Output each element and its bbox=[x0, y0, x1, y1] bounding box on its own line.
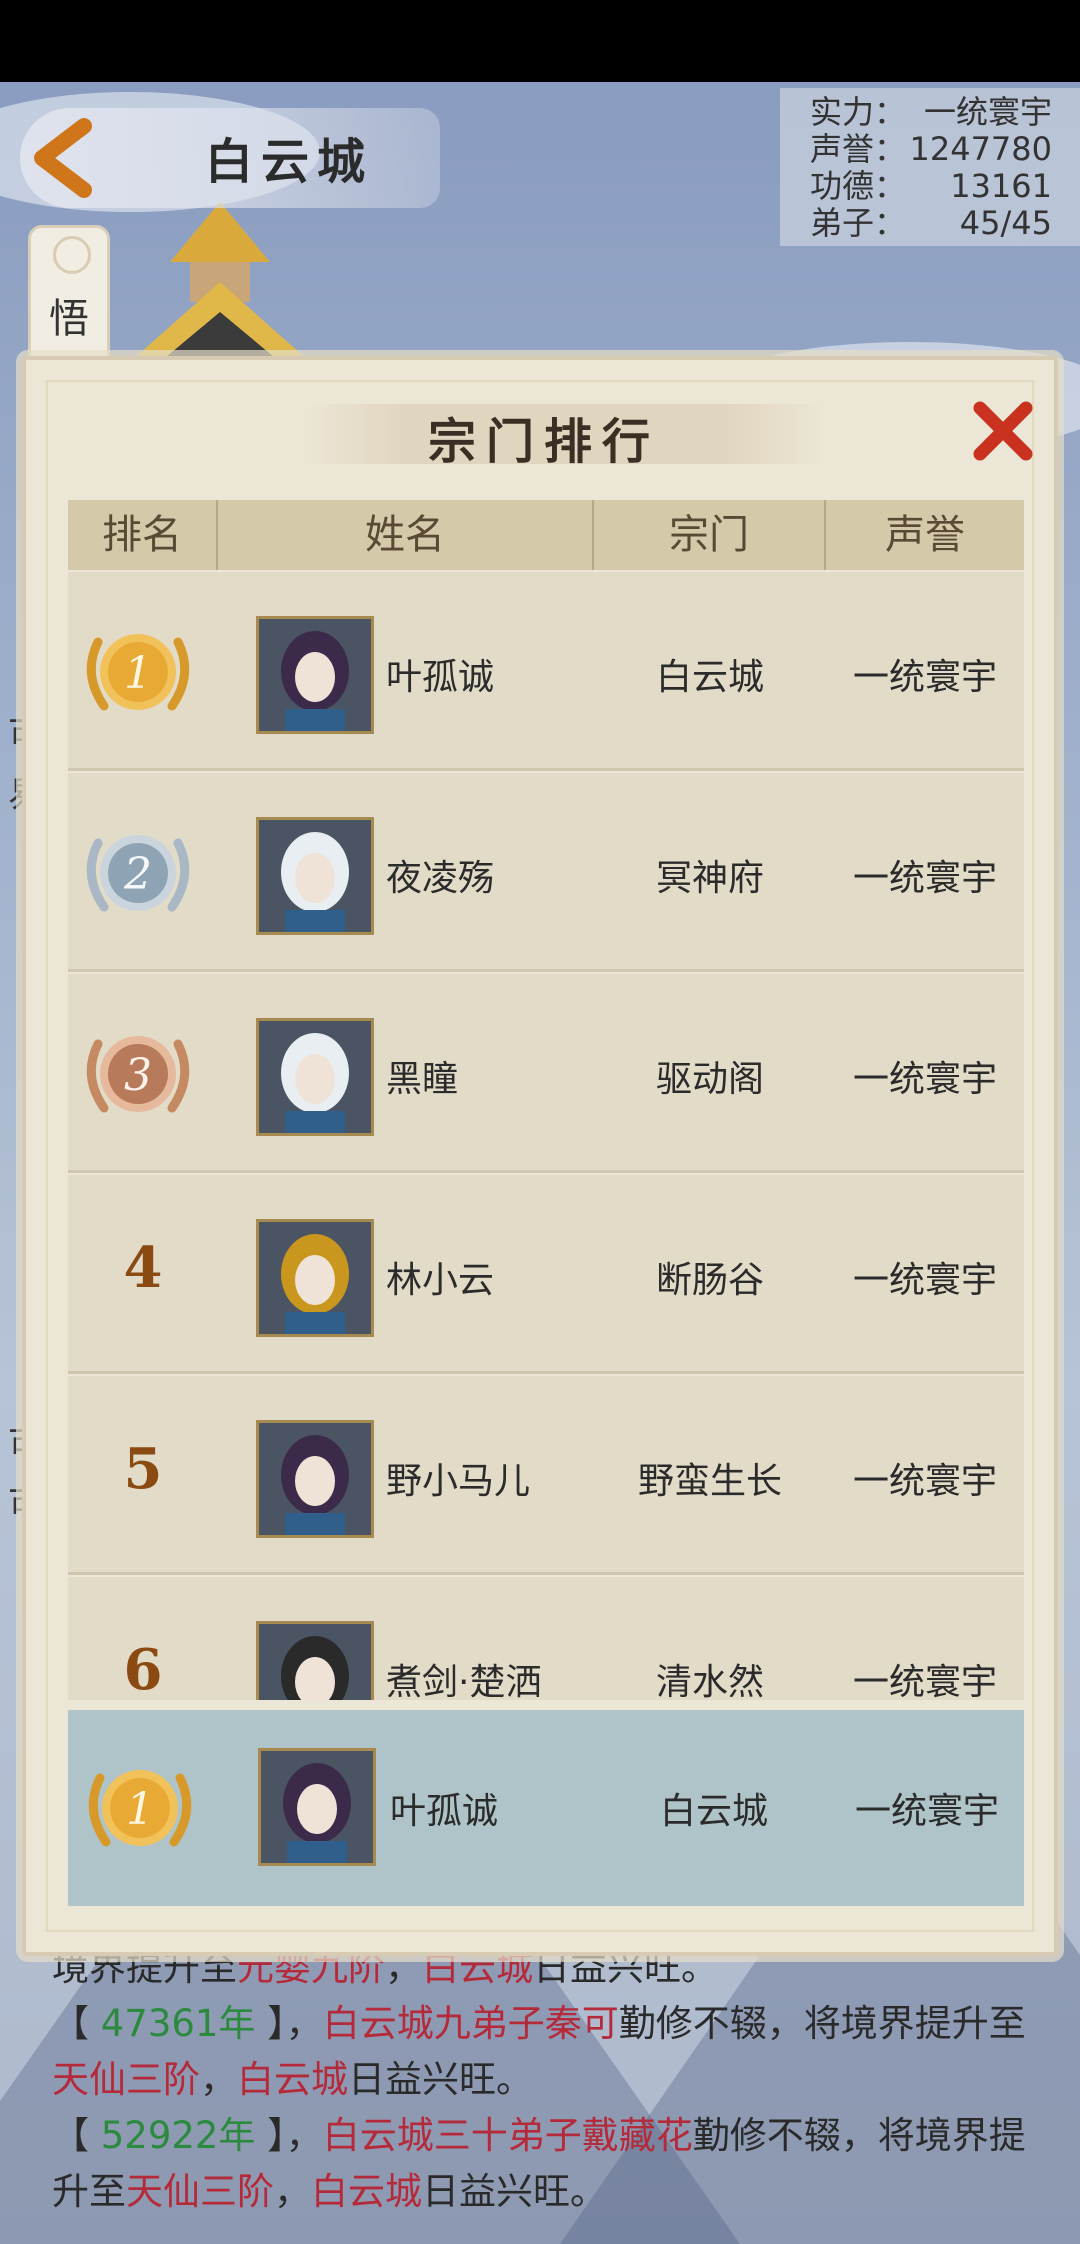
stat-row-merit: 功德： 13161 bbox=[810, 168, 1052, 205]
svg-text:2: 2 bbox=[123, 849, 152, 900]
log-text: 【 bbox=[52, 2114, 101, 2157]
log-city: 白云城 bbox=[237, 2058, 348, 2101]
column-header-rank: 排名 bbox=[68, 500, 218, 570]
fame-value: 一统寰宇 bbox=[852, 858, 997, 899]
log-text: ， bbox=[200, 2058, 237, 2101]
ranking-row[interactable]: 2 夜凌殇 冥神府 一统寰宇 bbox=[68, 771, 1024, 972]
sect-name: 断肠谷 bbox=[655, 1260, 764, 1301]
ranking-row[interactable]: 4 林小云 断肠谷 一统寰宇 bbox=[68, 1173, 1024, 1374]
log-realm: 天仙三阶 bbox=[126, 2170, 274, 2213]
stat-label: 功德： bbox=[810, 167, 907, 205]
log-subject: 白云城九弟子秦可 bbox=[322, 2002, 619, 2045]
stat-row-fame: 声誉： 1247780 bbox=[810, 131, 1052, 168]
fame-value: 一统寰宇 bbox=[854, 1791, 999, 1832]
ranking-row[interactable]: 3 黑瞳 驱动阁 一统寰宇 bbox=[68, 972, 1024, 1173]
bronze-medal-icon: 3 bbox=[80, 1024, 196, 1124]
sect-name: 清水然 bbox=[655, 1662, 764, 1700]
stat-value: 45/45 bbox=[959, 204, 1052, 242]
svg-text:3: 3 bbox=[124, 1050, 152, 1101]
log-text: 】， bbox=[255, 2114, 323, 2157]
side-tab-enlightenment[interactable]: 悟道 bbox=[28, 225, 110, 365]
player-name: 煮剑·楚洒 bbox=[386, 1662, 542, 1700]
stat-row-disciples: 弟子： 45/45 bbox=[810, 205, 1052, 242]
avatar bbox=[256, 1621, 374, 1700]
log-text: ， bbox=[274, 2170, 311, 2213]
log-realm: 天仙三阶 bbox=[52, 2058, 200, 2101]
stat-row-power: 实力： 一统寰宇 bbox=[810, 94, 1052, 131]
player-name: 野小马儿 bbox=[386, 1461, 531, 1502]
stat-value: 一统寰宇 bbox=[923, 93, 1052, 131]
stats-panel: 实力： 一统寰宇 声誉： 1247780 功德： 13161 弟子： 45/45 bbox=[780, 88, 1080, 246]
ranking-row[interactable]: 6 煮剑·楚洒 清水然 一统寰宇 bbox=[68, 1575, 1024, 1700]
fame-value: 一统寰宇 bbox=[852, 1059, 997, 1100]
event-log: 境界提升至元婴九阶，白云城日益兴旺。 【 47361年 】，白云城九弟子秦可勤修… bbox=[52, 1940, 1052, 2220]
avatar bbox=[256, 1420, 374, 1538]
player-name: 黑瞳 bbox=[386, 1059, 459, 1100]
modal-title: 宗门排行 bbox=[427, 414, 660, 470]
avatar bbox=[258, 1748, 376, 1866]
log-year: 47361年 bbox=[100, 2002, 256, 2045]
log-year: 52922年 bbox=[100, 2114, 256, 2157]
fame-value: 一统寰宇 bbox=[852, 1662, 997, 1700]
side-tab-label: 悟道 bbox=[49, 296, 89, 362]
sect-name: 白云城 bbox=[659, 1791, 768, 1832]
fame-value: 一统寰宇 bbox=[852, 1260, 997, 1301]
svg-text:1: 1 bbox=[124, 648, 152, 699]
log-text: 】， bbox=[255, 2002, 323, 2045]
back-button[interactable] bbox=[28, 118, 98, 198]
stat-label: 实力： bbox=[810, 93, 907, 131]
ranking-list[interactable]: 1 叶孤诚 白云城 一统寰宇 2 夜凌殇 冥神府 一统寰宇 3 黑瞳 驱动阁 一统寰宇 4 林小云 断肠谷一… bbox=[68, 570, 1024, 1700]
rank-number: 4 bbox=[123, 1235, 163, 1301]
stat-label: 弟子： bbox=[810, 204, 907, 242]
avatar bbox=[256, 616, 374, 734]
stat-label: 声誉： bbox=[810, 130, 907, 168]
log-text: 【 bbox=[52, 2002, 101, 2045]
column-header-name: 姓名 bbox=[218, 500, 594, 570]
page-title: 白云城 bbox=[205, 134, 374, 190]
rank-number: 6 bbox=[123, 1637, 163, 1700]
sect-ranking-modal: 宗门排行 排名 姓名 宗门 声誉 1 叶孤诚 白云城 一统寰宇 2 夜凌殇 冥神府 一统寰宇 3… bbox=[22, 356, 1058, 1956]
fame-value: 一统寰宇 bbox=[852, 1461, 997, 1502]
log-text: 日益兴旺。 bbox=[348, 2058, 533, 2101]
my-rank-row[interactable]: 1 叶孤诚 白云城 一统寰宇 bbox=[68, 1710, 1024, 1906]
close-icon bbox=[973, 401, 1033, 461]
sect-name: 驱动阁 bbox=[655, 1059, 764, 1100]
player-name: 叶孤诚 bbox=[390, 1791, 499, 1832]
ranking-row[interactable]: 1 叶孤诚 白云城 一统寰宇 bbox=[68, 570, 1024, 771]
gold-medal-icon: 1 bbox=[80, 622, 196, 722]
back-arrow-icon bbox=[34, 118, 92, 198]
fame-value: 一统寰宇 bbox=[852, 657, 997, 698]
ranking-table-header: 排名 姓名 宗门 声誉 bbox=[68, 500, 1024, 570]
stat-value: 1247780 bbox=[909, 130, 1052, 168]
avatar bbox=[256, 1219, 374, 1337]
log-text: 勤修不辍，将境界提升至 bbox=[618, 2002, 1026, 2045]
sect-name: 白云城 bbox=[655, 657, 764, 698]
column-header-fame: 声誉 bbox=[885, 512, 965, 558]
sect-name: 冥神府 bbox=[655, 858, 764, 899]
ornament-icon bbox=[53, 236, 91, 274]
avatar bbox=[256, 817, 374, 935]
rank-number: 5 bbox=[123, 1436, 163, 1502]
player-name: 林小云 bbox=[386, 1260, 495, 1301]
silver-medal-icon: 2 bbox=[80, 823, 196, 923]
svg-text:1: 1 bbox=[126, 1784, 154, 1835]
stat-value: 13161 bbox=[950, 167, 1052, 205]
log-subject: 白云城三十弟子戴藏花 bbox=[322, 2114, 693, 2157]
ranking-row[interactable]: 5 野小马儿 野蛮生长 一统寰宇 bbox=[68, 1374, 1024, 1575]
column-header-sect: 宗门 bbox=[594, 500, 826, 570]
player-name: 夜凌殇 bbox=[386, 858, 495, 899]
player-name: 叶孤诚 bbox=[386, 657, 495, 698]
log-entry: 【 52922年 】，白云城三十弟子戴藏花勤修不辍，将境界提升至天仙三阶，白云城… bbox=[52, 2108, 1052, 2220]
log-text: 日益兴旺。 bbox=[422, 2170, 607, 2213]
close-button[interactable] bbox=[966, 394, 1040, 468]
gold-medal-icon: 1 bbox=[82, 1758, 198, 1858]
log-city: 白云城 bbox=[311, 2170, 422, 2213]
log-entry: 【 47361年 】，白云城九弟子秦可勤修不辍，将境界提升至天仙三阶，白云城日益… bbox=[52, 1996, 1052, 2108]
sect-name: 野蛮生长 bbox=[637, 1461, 782, 1502]
avatar bbox=[256, 1018, 374, 1136]
